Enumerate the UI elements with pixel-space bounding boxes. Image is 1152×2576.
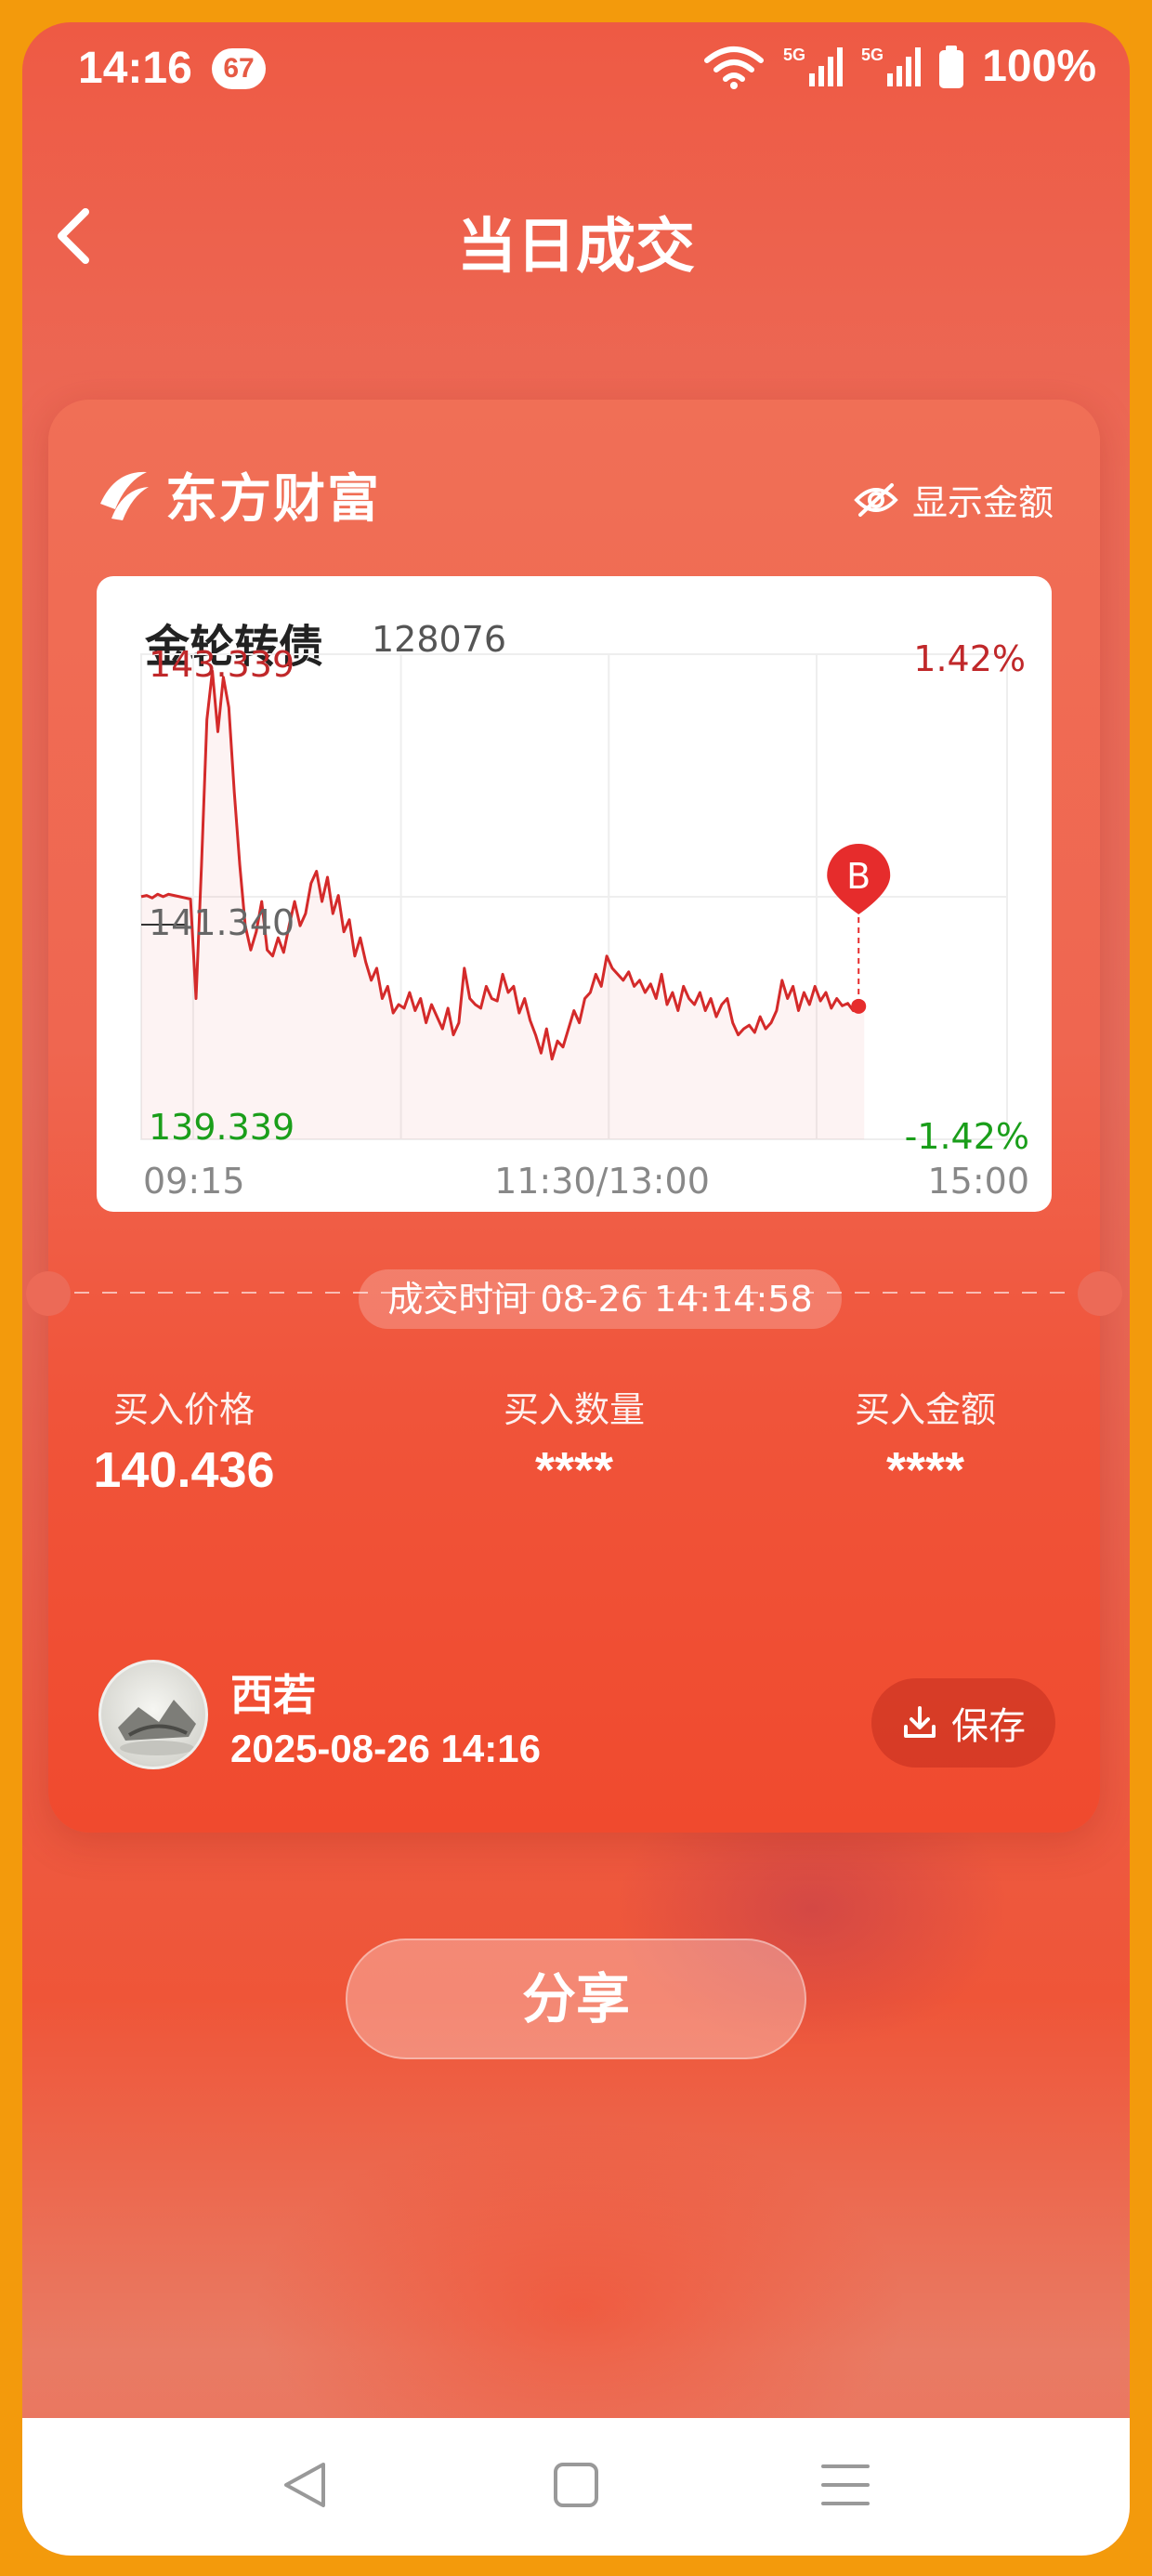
y-mid-label: 141.340	[149, 902, 295, 943]
stat-value: ****	[534, 1442, 614, 1498]
buy-marker-dot	[851, 998, 867, 1014]
stat-label: 买入价格	[112, 1389, 255, 1430]
ticket-notch	[1078, 1271, 1122, 1316]
stat-buy-price: 买入价格 140.436	[22, 1381, 351, 1499]
brand-name: 东方财富	[165, 468, 381, 530]
avatar-image	[118, 1700, 196, 1755]
brand-logo: 东方财富	[95, 457, 381, 532]
signal-icon: 5G	[783, 46, 844, 86]
status-bar: 14:16 67 5G 5G 100%	[22, 22, 1130, 115]
eastmoney-logo-icon	[100, 471, 149, 520]
y-low-label: 139.339	[149, 1107, 295, 1148]
pct-high-label: 1.42%	[913, 638, 1026, 679]
stat-buy-amount: 买入金额 ****	[758, 1381, 1093, 1499]
status-time: 14:16	[78, 44, 192, 93]
intraday-chart: 金轮转债 128076 143.339 141.340 139.339 1.42…	[97, 576, 1052, 1212]
show-amount-toggle[interactable]: 显示金额	[853, 474, 1054, 525]
price-chart-svg: 143.339 141.340 139.339 1.42% -1.42% 09:…	[140, 638, 1029, 1202]
stat-value: 140.436	[93, 1442, 275, 1498]
share-button[interactable]: 分享	[346, 1939, 806, 2059]
trade-card: 东方财富 显示金额 金轮转债 128076 143.339 141.340 13…	[26, 400, 1122, 1833]
notification-badge: 67	[212, 48, 266, 89]
user-datetime: 2025-08-26 14:16	[230, 1727, 541, 1770]
nav-back-icon[interactable]	[269, 2448, 344, 2522]
ticket-notch	[26, 1271, 71, 1316]
stat-label: 买入金额	[854, 1389, 996, 1430]
x-label-mid: 11:30/13:00	[494, 1161, 710, 1202]
show-amount-label: 显示金额	[911, 482, 1054, 523]
pct-low-label: -1.42%	[905, 1116, 1029, 1157]
avatar	[98, 1660, 208, 1769]
x-label-open: 09:15	[143, 1161, 245, 1202]
signal-icon: 5G	[861, 46, 922, 86]
system-nav-bar	[22, 2418, 1130, 2556]
stat-value: ****	[885, 1442, 965, 1498]
nav-menu-icon[interactable]	[808, 2448, 883, 2522]
x-label-close: 15:00	[927, 1161, 1029, 1202]
app-screen: 14:16 67 5G 5G 100% 当日成交 东方财富 显示金额 金轮转债 …	[22, 22, 1130, 2556]
save-button[interactable]: 保存	[871, 1678, 1055, 1768]
download-icon	[904, 1706, 936, 1738]
eye-hidden-icon	[854, 482, 898, 517]
stat-label: 买入数量	[503, 1389, 645, 1430]
save-label: 保存	[951, 1705, 1026, 1748]
buy-marker: B	[827, 844, 891, 1014]
user-name: 西若	[230, 1670, 316, 1720]
signal-5g-label: 5G	[783, 46, 805, 64]
signal-5g-label: 5G	[861, 46, 884, 64]
battery-percent: 100%	[982, 42, 1096, 91]
status-icons: 5G 5G 100%	[703, 41, 1096, 92]
deal-time-pill: 成交时间 08-26 14:14:58	[359, 1269, 842, 1329]
nav-home-icon[interactable]	[539, 2448, 613, 2522]
buy-marker-label: B	[846, 856, 871, 897]
page-title: 当日成交	[457, 213, 695, 282]
y-high-label: 143.339	[149, 644, 295, 685]
battery-icon	[939, 45, 964, 88]
wifi-icon	[704, 46, 765, 89]
stat-buy-quantity: 买入数量 ****	[407, 1381, 741, 1499]
